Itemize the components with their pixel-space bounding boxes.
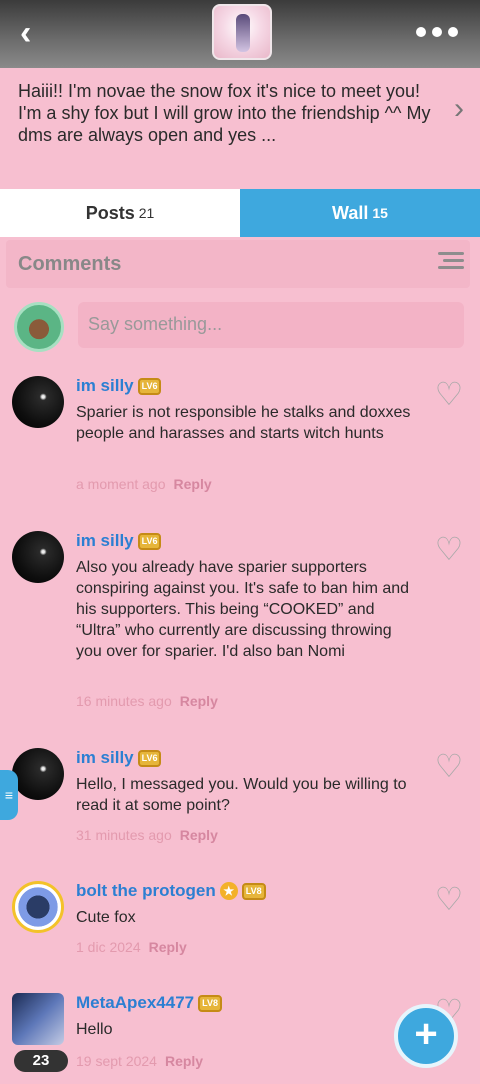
level-badge: LV6 xyxy=(137,532,162,550)
plus-icon[interactable]: + xyxy=(394,1004,458,1068)
tab-posts[interactable]: Posts 21 xyxy=(0,189,240,237)
comment-item: bolt the protogen ★ LV8 Cute fox 1 dic 2… xyxy=(0,881,480,971)
more-dots-icon[interactable] xyxy=(414,20,460,44)
commenter-avatar[interactable] xyxy=(12,531,64,583)
comment-time: 16 minutes ago xyxy=(76,693,172,709)
commenter-avatar[interactable] xyxy=(12,881,64,933)
level-badge: LV6 xyxy=(137,749,162,767)
reply-button[interactable]: Reply xyxy=(180,827,218,843)
back-chevron-icon[interactable]: ‹ xyxy=(20,16,50,50)
comment-text: Sparier is not responsible he stalks and… xyxy=(76,404,411,442)
comment-text: Cute fox xyxy=(76,909,136,926)
my-avatar xyxy=(14,302,64,352)
tab-posts-label: Posts xyxy=(85,202,135,223)
comment-meta: 16 minutes ago Reply xyxy=(76,693,218,709)
comment-meta: 31 minutes ago Reply xyxy=(76,827,218,843)
comment-meta: a moment ago Reply xyxy=(76,476,212,492)
heart-outline-icon[interactable]: ♡ xyxy=(434,883,464,915)
comment-time: 19 sept 2024 xyxy=(76,1053,157,1069)
profile-avatar[interactable] xyxy=(212,4,272,60)
profile-tabs: Posts 21 Wall 15 xyxy=(0,189,480,237)
top-bar: ‹ xyxy=(0,0,480,68)
tab-wall-count: 15 xyxy=(372,205,388,221)
commenter-avatar[interactable] xyxy=(12,376,64,428)
commenter-name[interactable]: bolt the protogen ★ LV8 xyxy=(76,881,266,901)
comments-header: Comments xyxy=(6,240,470,288)
bio-text: Haiii!! I'm novae the snow fox it's nice… xyxy=(18,81,431,145)
tab-wall[interactable]: Wall 15 xyxy=(240,189,480,237)
reply-button[interactable]: Reply xyxy=(174,476,212,492)
commenter-name[interactable]: MetaApex4477 LV8 xyxy=(76,993,222,1013)
commenter-name[interactable]: im silly LV6 xyxy=(76,531,162,551)
commenter-avatar[interactable] xyxy=(12,993,64,1045)
commenter-name[interactable]: im silly LV6 xyxy=(76,748,162,768)
comment-time: 1 dic 2024 xyxy=(76,939,141,955)
comment-text: Hello, I messaged you. Would you be will… xyxy=(76,776,407,814)
heart-outline-icon[interactable]: ♡ xyxy=(434,533,464,565)
filter-icon[interactable] xyxy=(438,252,464,274)
comments-title: Comments xyxy=(18,253,122,275)
tab-posts-count: 21 xyxy=(138,205,155,221)
level-badge: LV8 xyxy=(241,882,266,900)
comment-item: im silly LV6 Sparier is not responsible … xyxy=(0,376,480,506)
reply-button[interactable]: Reply xyxy=(165,1053,203,1069)
reply-button[interactable]: Reply xyxy=(149,939,187,955)
comment-text: Hello xyxy=(76,1021,113,1038)
comment-item: im silly LV6 Hello, I messaged you. Woul… xyxy=(0,748,480,858)
star-badge-icon: ★ xyxy=(219,882,238,900)
side-menu-tab-icon[interactable]: ≡ xyxy=(0,770,18,820)
level-badge: LV6 xyxy=(137,377,162,395)
heart-outline-icon[interactable]: ♡ xyxy=(434,750,464,782)
chevron-right-icon[interactable]: › xyxy=(454,94,464,124)
commenter-name[interactable]: im silly LV6 xyxy=(76,376,162,396)
comment-time: 31 minutes ago xyxy=(76,827,172,843)
reply-button[interactable]: Reply xyxy=(180,693,218,709)
level-badge: LV8 xyxy=(198,994,222,1012)
comment-meta: 19 sept 2024 Reply xyxy=(76,1053,203,1069)
avatar-figure xyxy=(236,14,250,52)
profile-bio[interactable]: Haiii!! I'm novae the snow fox it's nice… xyxy=(0,68,480,176)
comment-item: im silly LV6 Also you already have spari… xyxy=(0,531,480,731)
tab-wall-label: Wall xyxy=(332,202,369,223)
comment-text: Also you already have sparier supporters… xyxy=(76,559,410,660)
heart-outline-icon[interactable]: ♡ xyxy=(434,378,464,410)
comment-meta: 1 dic 2024 Reply xyxy=(76,939,187,955)
count-badge: 23 xyxy=(14,1050,68,1072)
commenter-avatar[interactable] xyxy=(12,748,64,800)
comment-time: a moment ago xyxy=(76,476,166,492)
say-something-input[interactable]: Say something... xyxy=(78,302,464,348)
